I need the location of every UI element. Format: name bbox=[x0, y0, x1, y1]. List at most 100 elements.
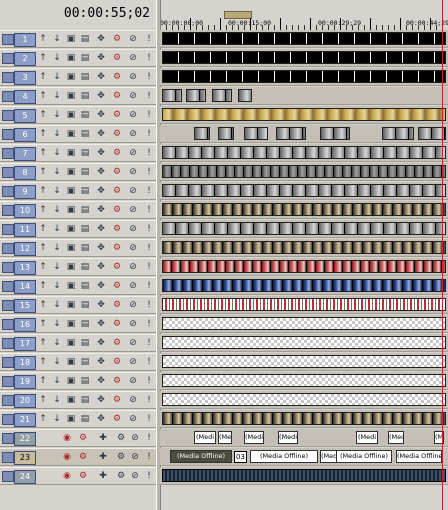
pan-icon[interactable]: ⚙ bbox=[116, 452, 126, 463]
track-expand-icon[interactable] bbox=[2, 91, 14, 102]
track-expand-icon[interactable] bbox=[2, 148, 14, 159]
video-clip[interactable] bbox=[162, 203, 446, 216]
mute-icon[interactable]: ↓ bbox=[52, 262, 62, 273]
track-lane[interactable] bbox=[160, 296, 448, 314]
track-expand-icon[interactable] bbox=[2, 53, 14, 64]
lock-icon[interactable]: ! bbox=[144, 319, 154, 330]
video-clip[interactable] bbox=[162, 146, 446, 159]
video-clip[interactable] bbox=[162, 336, 446, 349]
mute-icon[interactable]: ↓ bbox=[52, 376, 62, 387]
mute-icon[interactable]: ↓ bbox=[52, 281, 62, 292]
solo-icon[interactable]: ⊘ bbox=[128, 186, 138, 197]
solo-icon[interactable]: ⊘ bbox=[128, 129, 138, 140]
lock-icon[interactable]: ! bbox=[144, 262, 154, 273]
fx-icon[interactable]: ▤ bbox=[80, 300, 90, 311]
fx-icon[interactable]: ▤ bbox=[80, 376, 90, 387]
track-fx-icon[interactable]: ⚙ bbox=[112, 186, 122, 197]
track-lane[interactable] bbox=[160, 391, 448, 409]
composite-icon[interactable]: ✥ bbox=[96, 148, 106, 159]
mute-icon[interactable]: ↓ bbox=[52, 186, 62, 197]
video-clip[interactable] bbox=[162, 412, 446, 425]
track-expand-icon[interactable] bbox=[2, 300, 14, 311]
track-fx-icon[interactable]: ⚙ bbox=[112, 338, 122, 349]
motion-icon[interactable]: ↑ bbox=[38, 205, 48, 216]
fx-icon[interactable]: ▤ bbox=[80, 262, 90, 273]
track-lane[interactable] bbox=[160, 30, 448, 48]
track-expand-icon[interactable] bbox=[2, 338, 14, 349]
solo-icon[interactable]: ⊘ bbox=[128, 53, 138, 64]
pan-crop-icon[interactable]: ▣ bbox=[66, 205, 76, 216]
solo-icon[interactable]: ⊘ bbox=[128, 281, 138, 292]
track-expand-icon[interactable] bbox=[2, 34, 14, 45]
mute-icon[interactable]: ↓ bbox=[52, 243, 62, 254]
pan-crop-icon[interactable]: ▣ bbox=[66, 148, 76, 159]
track-header[interactable]: 10 ↑ ↓ ▣ ▤ ✥ ⚙ ⊘! bbox=[0, 201, 156, 219]
lock-icon[interactable]: ! bbox=[144, 300, 154, 311]
fx-icon[interactable]: ▤ bbox=[80, 281, 90, 292]
solo-icon[interactable]: ⊘ bbox=[128, 376, 138, 387]
fx-icon[interactable]: ▤ bbox=[80, 414, 90, 425]
video-clip[interactable] bbox=[162, 279, 446, 292]
solo-icon[interactable]: ⊘ bbox=[128, 224, 138, 235]
track-lane[interactable] bbox=[160, 372, 448, 390]
composite-icon[interactable]: ✥ bbox=[96, 34, 106, 45]
motion-icon[interactable]: ↑ bbox=[38, 72, 48, 83]
track-lane[interactable] bbox=[160, 125, 448, 143]
loop-region-bar[interactable] bbox=[224, 11, 252, 19]
fx-icon[interactable]: ▤ bbox=[80, 91, 90, 102]
track-fx-icon[interactable]: ⚙ bbox=[112, 281, 122, 292]
fx-icon[interactable]: ▤ bbox=[80, 186, 90, 197]
media-offline-clip[interactable]: (Medi bbox=[194, 431, 216, 444]
track-expand-icon[interactable] bbox=[2, 357, 14, 368]
track-expand-icon[interactable] bbox=[2, 129, 14, 140]
track-header[interactable]: 3 ↑ ↓ ▣ ▤ ✥ ⚙ ⊘! bbox=[0, 68, 156, 86]
volume-icon[interactable]: ✚ bbox=[98, 471, 108, 482]
fx-icon[interactable]: ▤ bbox=[80, 243, 90, 254]
track-fx-icon[interactable]: ⚙ bbox=[112, 376, 122, 387]
motion-icon[interactable]: ↑ bbox=[38, 319, 48, 330]
mute-icon[interactable]: ↓ bbox=[52, 148, 62, 159]
arm-record-icon[interactable]: ◉ bbox=[62, 471, 72, 482]
track-lane[interactable]: (Medi(Medi(Medi(Medi(Medi(Medi(Medi bbox=[160, 429, 448, 447]
composite-icon[interactable]: ✥ bbox=[96, 224, 106, 235]
track-expand-icon[interactable] bbox=[2, 167, 14, 178]
composite-icon[interactable]: ✥ bbox=[96, 300, 106, 311]
track-fx-icon[interactable]: ⚙ bbox=[112, 205, 122, 216]
media-offline-clip[interactable]: (Media Offline) bbox=[336, 450, 392, 463]
motion-icon[interactable]: ↑ bbox=[38, 129, 48, 140]
lock-icon[interactable]: ! bbox=[144, 110, 154, 121]
composite-icon[interactable]: ✥ bbox=[96, 91, 106, 102]
track-lane[interactable] bbox=[160, 201, 448, 219]
track-expand-icon[interactable] bbox=[2, 224, 14, 235]
track-fx-icon[interactable]: ⚙ bbox=[112, 129, 122, 140]
composite-icon[interactable]: ✥ bbox=[96, 186, 106, 197]
mute-icon[interactable]: ↓ bbox=[52, 319, 62, 330]
solo-icon[interactable]: ⊘ bbox=[130, 452, 140, 463]
solo-icon[interactable]: ⊘ bbox=[128, 110, 138, 121]
mute-icon[interactable]: ↓ bbox=[52, 205, 62, 216]
mute-icon[interactable]: ↓ bbox=[52, 34, 62, 45]
composite-icon[interactable]: ✥ bbox=[96, 262, 106, 273]
motion-icon[interactable]: ↑ bbox=[38, 376, 48, 387]
arm-record-icon[interactable]: ◉ bbox=[62, 433, 72, 444]
pan-crop-icon[interactable]: ▣ bbox=[66, 34, 76, 45]
pan-icon[interactable]: ⚙ bbox=[116, 471, 126, 482]
track-expand-icon[interactable] bbox=[2, 72, 14, 83]
lock-icon[interactable]: ! bbox=[144, 452, 154, 463]
lock-icon[interactable]: ! bbox=[144, 281, 154, 292]
video-clip[interactable] bbox=[218, 127, 234, 140]
track-expand-icon[interactable] bbox=[2, 414, 14, 425]
composite-icon[interactable]: ✥ bbox=[96, 319, 106, 330]
track-header[interactable]: 2 ↑ ↓ ▣ ▤ ✥ ⚙ ⊘! bbox=[0, 49, 156, 67]
motion-icon[interactable]: ↑ bbox=[38, 148, 48, 159]
motion-icon[interactable]: ↑ bbox=[38, 338, 48, 349]
pan-crop-icon[interactable]: ▣ bbox=[66, 319, 76, 330]
video-clip[interactable] bbox=[382, 127, 414, 140]
lock-icon[interactable]: ! bbox=[144, 91, 154, 102]
composite-icon[interactable]: ✥ bbox=[96, 243, 106, 254]
track-header[interactable]: 7 ↑ ↓ ▣ ▤ ✥ ⚙ ⊘! bbox=[0, 144, 156, 162]
video-clip[interactable] bbox=[244, 127, 268, 140]
track-expand-icon[interactable] bbox=[2, 110, 14, 121]
track-fx-icon[interactable]: ⚙ bbox=[112, 91, 122, 102]
motion-icon[interactable]: ↑ bbox=[38, 262, 48, 273]
